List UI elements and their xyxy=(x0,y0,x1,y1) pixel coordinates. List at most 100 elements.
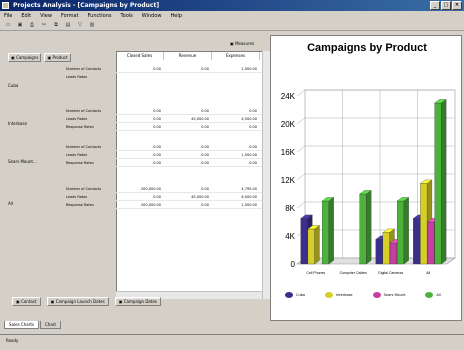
vertical-scrollbar[interactable] xyxy=(262,51,270,299)
menu-functions[interactable]: Functions xyxy=(88,13,112,19)
menu-format[interactable]: Format xyxy=(61,13,79,19)
data-grid xyxy=(116,51,270,299)
dimension-campaigns-button[interactable]: ▣ Campaigns xyxy=(8,53,42,62)
copy-icon[interactable]: ⧉ xyxy=(52,21,60,29)
column-header[interactable]: Expenses xyxy=(212,52,260,60)
table-cell[interactable]: 0.00 xyxy=(164,185,212,192)
menu-view[interactable]: View xyxy=(40,13,52,19)
metric-label: Number of Contacts xyxy=(66,187,102,191)
table-cell[interactable]: 0.00 xyxy=(116,193,164,200)
close-button[interactable]: × xyxy=(452,1,462,10)
row-group-label: Cuba xyxy=(8,83,19,88)
launch-dates-filter-button[interactable]: ▣ Campaign Launch Dates xyxy=(46,297,109,306)
table-cell[interactable]: 0.00 xyxy=(164,65,212,72)
table-cell[interactable]: 0.00 xyxy=(164,151,212,158)
menu-edit[interactable]: Edit xyxy=(21,13,31,19)
table-cell[interactable]: 0.00 xyxy=(212,123,260,130)
minimize-button[interactable]: _ xyxy=(430,1,440,10)
x-tick-label: All xyxy=(426,271,430,275)
menu-file[interactable]: File xyxy=(4,13,12,19)
row-group-label: Interbase xyxy=(8,121,27,126)
table-cell[interactable]: 0.00 xyxy=(212,107,260,114)
legend-item: All xyxy=(425,292,441,298)
column-header[interactable]: Revenue xyxy=(164,52,212,60)
table-row: 0.00 45,000.00 4,500.00 xyxy=(116,115,270,123)
contact-filter-button[interactable]: ▣ Contact xyxy=(12,297,41,306)
table-cell[interactable]: 4,795.00 xyxy=(212,185,260,192)
chart-icon[interactable]: ▥ xyxy=(88,21,96,29)
bar xyxy=(359,193,367,265)
table-cell[interactable]: 6,000.00 xyxy=(212,193,260,200)
y-tick-label: 20K xyxy=(281,120,296,129)
column-header[interactable]: Closed Sales xyxy=(116,52,164,60)
table-cell[interactable]: 200,000.00 xyxy=(116,201,164,208)
bar xyxy=(300,218,308,265)
crosstab-panel: ▣ Measures ▣ Campaigns ▣ Product Closed … xyxy=(4,35,270,307)
dimension-label: Campaigns xyxy=(16,55,39,60)
table-cell[interactable]: 0.00 xyxy=(116,159,164,166)
menu-help[interactable]: Help xyxy=(170,13,181,19)
dimension-label: Product xyxy=(52,55,68,60)
metric-label: Leads Rates xyxy=(66,153,88,157)
table-row: 0.00 45,000.00 6,000.00 xyxy=(116,193,270,201)
table-cell[interactable]: 0.00 xyxy=(164,159,212,166)
menu-window[interactable]: Window xyxy=(142,13,162,19)
dimension-product-button[interactable]: ▣ Product xyxy=(44,53,71,62)
metric-labels: Number of Contacts Leads Rates Response … xyxy=(66,143,116,167)
tab-chart[interactable]: Chart xyxy=(40,321,61,329)
measures-button[interactable]: ▣ Measures xyxy=(230,41,254,46)
filter-icon[interactable]: ▽ xyxy=(76,21,84,29)
table-cell[interactable]: 0.00 xyxy=(116,143,164,150)
maximize-button[interactable]: □ xyxy=(441,1,451,10)
gridline xyxy=(296,89,306,97)
table-cell[interactable]: 1,500.00 xyxy=(212,65,260,72)
table-cell[interactable]: 0.00 xyxy=(116,115,164,122)
metric-label: Response Rates xyxy=(66,125,94,129)
table-cell[interactable]: 0.00 xyxy=(164,123,212,130)
legend-item: Sears Mount xyxy=(372,292,406,298)
table-cell[interactable]: 0.00 xyxy=(116,123,164,130)
table-cell[interactable]: 200,000.00 xyxy=(116,185,164,192)
legend-item: Interbase xyxy=(325,292,353,298)
metric-label: Response Rates xyxy=(66,161,94,165)
metric-label: Leads Rates xyxy=(66,195,88,199)
table-cell[interactable]: 0.00 xyxy=(116,107,164,114)
table-cell[interactable]: 45,000.00 xyxy=(164,115,212,122)
tab-sales-charts[interactable]: Sales Charts xyxy=(4,321,39,329)
table-cell[interactable]: 0.00 xyxy=(164,143,212,150)
window-title-bar: Projects Analysis - [Campaigns by Produc… xyxy=(0,0,464,11)
row-group-label: Sears Mount... xyxy=(8,159,37,164)
bar xyxy=(420,183,428,265)
table-cell[interactable]: 0.00 xyxy=(164,107,212,114)
metric-label: Number of Contacts xyxy=(66,109,102,113)
table-cell[interactable]: 1,500.00 xyxy=(212,201,260,208)
print-icon[interactable]: ⎙ xyxy=(28,21,36,29)
row-group-label: All xyxy=(8,201,13,206)
table-cell[interactable]: 0.00 xyxy=(116,151,164,158)
save-icon[interactable]: ▣ xyxy=(16,21,24,29)
table-row: 0.00 0.00 1,500.00 xyxy=(116,65,270,73)
cut-icon[interactable]: ✂ xyxy=(40,21,48,29)
new-icon[interactable]: ▭ xyxy=(4,21,12,29)
legend-item: Cuba xyxy=(285,292,305,298)
table-cell[interactable]: 0.00 xyxy=(116,65,164,72)
table-cell[interactable]: 0.00 xyxy=(164,201,212,208)
campaign-dates-filter-button[interactable]: ▣ Campaign Dates xyxy=(114,297,161,306)
bar xyxy=(375,239,383,265)
filter-label: Contact xyxy=(21,299,37,304)
paste-icon[interactable]: ▤ xyxy=(64,21,72,29)
table-cell[interactable]: 45,000.00 xyxy=(164,193,212,200)
table-cell[interactable]: 1,500.00 xyxy=(212,151,260,158)
table-row: 0.00 0.00 0.00 xyxy=(116,143,270,151)
bar xyxy=(413,218,421,265)
table-cell[interactable]: 0.00 xyxy=(212,143,260,150)
metric-labels: Number of Contacts Leads Rates Response … xyxy=(66,107,116,131)
bar xyxy=(434,102,442,265)
table-cell[interactable]: 4,500.00 xyxy=(212,115,260,122)
table-row: 0.00 0.00 1,500.00 xyxy=(116,151,270,159)
chart-legend: Cuba Interbase Sears Mount All xyxy=(285,292,441,298)
legend-label: Sears Mount xyxy=(383,293,406,297)
window-title: Projects Analysis - [Campaigns by Produc… xyxy=(13,2,160,9)
menu-tools[interactable]: Tools xyxy=(120,13,132,19)
table-cell[interactable]: 0.00 xyxy=(212,159,260,166)
